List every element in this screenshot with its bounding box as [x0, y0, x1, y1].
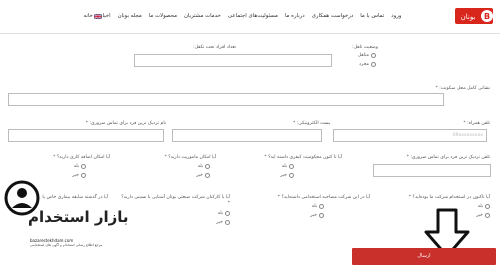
- conviction-no[interactable]: خیر: [280, 173, 294, 178]
- radio-married[interactable]: [371, 53, 376, 58]
- exam-question: آیا در این شرکت مصاحبه استخدامی داشته‌ای…: [277, 195, 370, 200]
- emergency-name-label: نام نزدیک ترین فرد برای تماس ضروری: *: [85, 121, 166, 126]
- address-label: نشانی کامل محل سکونت: *: [435, 86, 490, 91]
- nav-item-products[interactable]: محصولات ما: [145, 0, 180, 33]
- nav-item-login[interactable]: ورود: [388, 0, 405, 33]
- email-input[interactable]: [172, 129, 322, 142]
- conviction-question: آیا تا کنون محکومیت کیفری داشته اید؟ *: [264, 155, 342, 160]
- marital-option-single[interactable]: مجرد: [359, 62, 376, 67]
- mission-no[interactable]: خیر: [196, 173, 210, 178]
- nav-item-customer-services[interactable]: خدمات مشتریان: [180, 0, 224, 33]
- conviction-yes[interactable]: بله: [282, 164, 294, 169]
- main-menu: خانه اخبار مجله بونان محصولات ما خدمات م…: [80, 0, 448, 33]
- marital-status-label: وضعیت تاهل:: [352, 45, 378, 50]
- email-label: پست الکترونیکی: *: [292, 121, 330, 126]
- radio-acquaintance-no[interactable]: [225, 220, 230, 225]
- nav-item-social-responsibility[interactable]: مسئولیت‌های اجتماعی: [224, 0, 281, 33]
- emergency-phone-input[interactable]: [373, 164, 491, 177]
- exam-no[interactable]: خیر: [310, 213, 324, 218]
- watermark-title: بازار استخدام: [28, 208, 129, 226]
- overtime-question: آیا امکان اضافه کاری دارید؟ *: [53, 155, 110, 160]
- dependents-label: تعداد افراد تحت تکفل:: [193, 45, 236, 50]
- submit-button[interactable]: ارسال: [352, 248, 496, 265]
- acquaintance-no[interactable]: خیر: [216, 220, 230, 225]
- address-input[interactable]: [8, 93, 444, 106]
- watermark-subtitle: مرجع اطلاع رسانی استخدام و آگهی های استخ…: [30, 243, 103, 247]
- radio-previous-yes[interactable]: [485, 204, 490, 209]
- mobile-placeholder: 09xxxxxxxxx: [452, 133, 483, 138]
- acquaintance-question: آیا با کارکنان شرکت صنعتی بونان آشنایی ی…: [121, 195, 230, 206]
- radio-conviction-no[interactable]: [289, 173, 294, 178]
- dependents-input[interactable]: [134, 54, 332, 67]
- previous-employment-yes[interactable]: بله: [478, 204, 490, 209]
- previous-employment-question: آیا تاکنون در استخدام شرکت ما بوده‌اید؟ …: [408, 195, 490, 200]
- mobile-input[interactable]: 09xxxxxxxxx: [333, 129, 487, 142]
- emergency-name-input[interactable]: [8, 129, 164, 142]
- radio-overtime-yes[interactable]: [81, 164, 86, 169]
- acquaintance-yes[interactable]: بله: [218, 211, 230, 216]
- nav-item-contact[interactable]: تماس با ما: [357, 0, 388, 33]
- emergency-phone-label: تلفن نزدیک ترین فرد برای تماس ضروری: *: [406, 155, 490, 160]
- nav-item-job-request[interactable]: درخواست همکاری: [308, 0, 357, 33]
- mission-question: آیا امکان ماموریت دارید؟ *: [164, 155, 216, 160]
- marital-option-married[interactable]: متاهل: [358, 53, 376, 58]
- radio-mission-yes[interactable]: [205, 164, 210, 169]
- mobile-label: تلفن همراه: *: [463, 121, 490, 126]
- radio-previous-no[interactable]: [485, 213, 490, 218]
- bonan-logo[interactable]: B بونان: [454, 2, 494, 30]
- radio-exam-yes[interactable]: [319, 204, 324, 209]
- svg-text:B: B: [484, 12, 490, 21]
- previous-employment-no[interactable]: خیر: [476, 213, 490, 218]
- english-flag-icon[interactable]: [94, 14, 102, 19]
- radio-single[interactable]: [371, 62, 376, 67]
- exam-yes[interactable]: بله: [312, 204, 324, 209]
- radio-mission-no[interactable]: [205, 173, 210, 178]
- logo-text: بونان: [461, 13, 476, 21]
- radio-exam-no[interactable]: [319, 213, 324, 218]
- nav-item-about[interactable]: درباره ما: [281, 0, 308, 33]
- nav-item-magazine[interactable]: مجله بونان: [114, 0, 145, 33]
- radio-acquaintance-yes[interactable]: [225, 211, 230, 216]
- radio-conviction-yes[interactable]: [289, 164, 294, 169]
- top-navigation-bar: B بونان خانه اخبار مجله بونان محصولات ما…: [0, 0, 500, 34]
- overtime-yes[interactable]: بله: [74, 164, 86, 169]
- mission-yes[interactable]: بله: [198, 164, 210, 169]
